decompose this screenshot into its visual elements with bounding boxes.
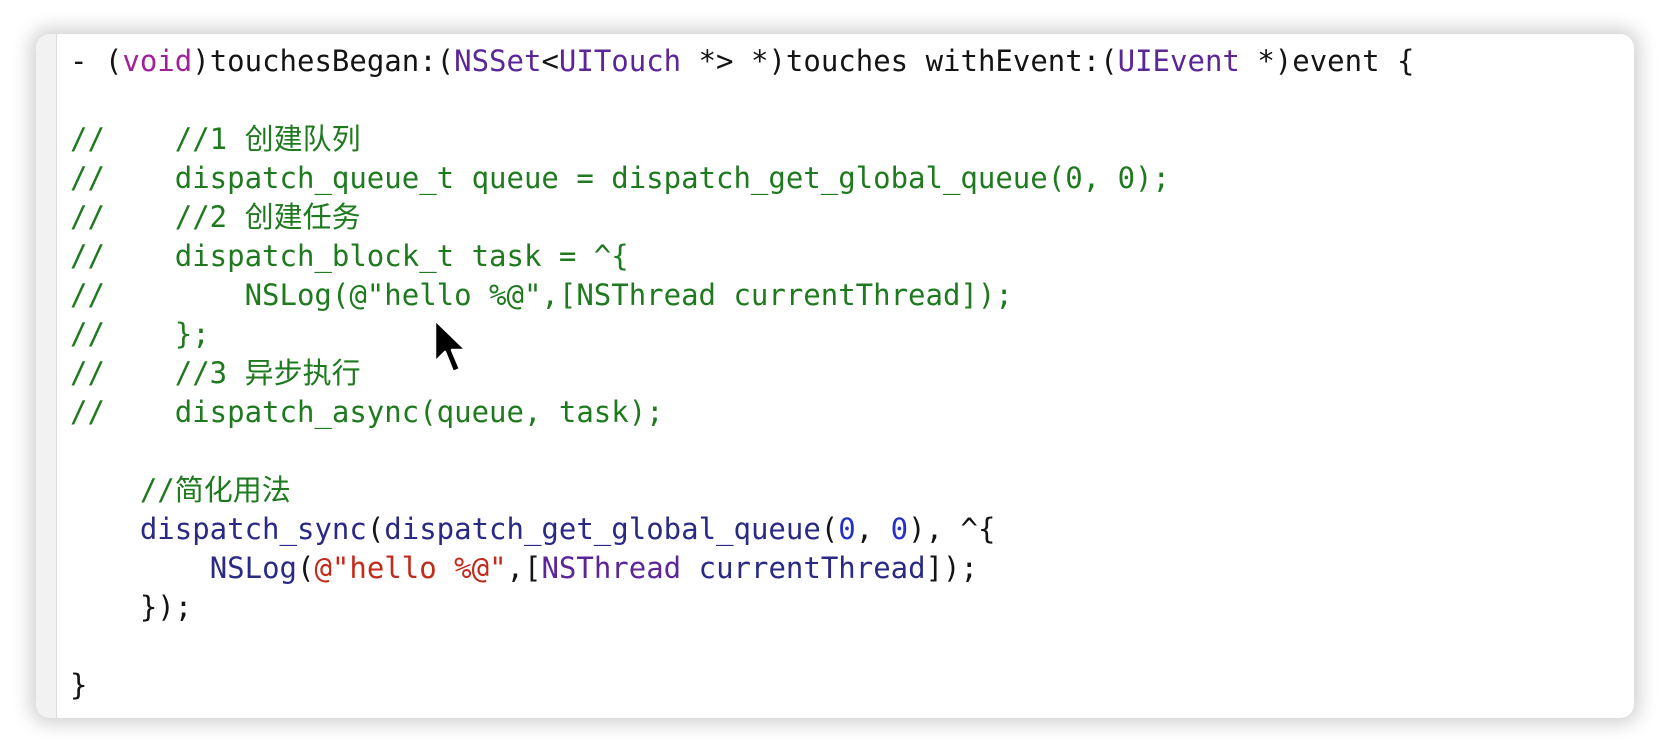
code-token-keyword: void [122, 44, 193, 78]
code-line[interactable]: //简化用法 [70, 471, 1634, 510]
code-token-comment: // dispatch_queue_t queue = dispatch_get… [70, 161, 1170, 195]
code-token-plain: - ( [70, 44, 123, 78]
code-token-plain: ( [820, 512, 839, 546]
code-token-func: dispatch_get_global_queue [384, 512, 821, 546]
code-token-class: UIEvent [1117, 44, 1240, 78]
code-token-plain: }); [70, 590, 193, 624]
code-token-comment: // }; [70, 317, 210, 351]
code-token-comment: // //1 创建队列 [70, 122, 361, 156]
code-line[interactable] [70, 627, 1634, 666]
mouse-pointer-icon [433, 318, 468, 374]
code-token-func: currentThread [698, 551, 926, 585]
code-token-class: UITouch [558, 44, 682, 78]
code-token-comment: //简化用法 [70, 473, 291, 507]
code-token-plain: ]); [925, 551, 978, 585]
code-line[interactable]: // NSLog(@"hello %@",[NSThread currentTh… [70, 276, 1634, 315]
code-token-plain: < [541, 44, 559, 78]
code-line[interactable]: dispatch_sync(dispatch_get_global_queue(… [70, 510, 1634, 549]
editor-gutter[interactable] [36, 34, 57, 718]
code-line[interactable]: // //1 创建队列 [70, 120, 1634, 159]
code-editor-window: - (void)touchesBegan:(NSSet<UITouch *> *… [36, 34, 1634, 718]
code-token-plain: *)event { [1239, 44, 1415, 78]
code-token-plain: )touchesBegan:( [192, 44, 455, 78]
code-line[interactable]: NSLog(@"hello %@",[NSThread currentThrea… [70, 549, 1634, 588]
code-line[interactable]: } [70, 666, 1634, 705]
code-token-plain: , [855, 512, 891, 546]
code-token-string: @"hello %@" [314, 551, 507, 585]
code-line[interactable]: - (void)touchesBegan:(NSSet<UITouch *> *… [70, 42, 1634, 81]
code-token-comment: // NSLog(@"hello %@",[NSThread currentTh… [70, 278, 1013, 312]
code-line[interactable]: // //2 创建任务 [70, 198, 1634, 237]
code-token-plain: ,[ [506, 551, 542, 585]
code-line[interactable] [70, 81, 1634, 120]
code-token-comment: // dispatch_async(queue, task); [70, 395, 664, 429]
code-token-plain: ( [297, 551, 315, 585]
code-line[interactable]: // dispatch_async(queue, task); [70, 393, 1634, 432]
code-area[interactable]: - (void)touchesBegan:(NSSet<UITouch *> *… [70, 42, 1634, 705]
code-token-plain: ), ^{ [908, 512, 996, 546]
code-token-comment: // //3 异步执行 [70, 356, 361, 390]
code-line[interactable]: // dispatch_block_t task = ^{ [70, 237, 1634, 276]
code-token-comment: // dispatch_block_t task = ^{ [70, 239, 629, 273]
code-line[interactable]: // }; [70, 315, 1634, 354]
code-line[interactable]: // dispatch_queue_t queue = dispatch_get… [70, 159, 1634, 198]
code-token-class: NSThread [541, 551, 682, 585]
code-token-plain: } [70, 668, 88, 702]
code-token-plain: *> *)touches withEvent:( [681, 44, 1118, 78]
code-token-number: 0 [838, 512, 856, 546]
code-token-comment: // //2 创建任务 [70, 200, 361, 234]
code-token-func: NSLog [209, 551, 297, 585]
code-token-number: 0 [890, 512, 909, 546]
code-token-plain: ( [366, 512, 385, 546]
code-line[interactable] [70, 432, 1634, 471]
code-token-func: dispatch_sync [139, 512, 367, 546]
code-line[interactable]: }); [70, 588, 1634, 627]
code-token-class: NSSet [454, 44, 542, 78]
code-line[interactable]: // //3 异步执行 [70, 354, 1634, 393]
